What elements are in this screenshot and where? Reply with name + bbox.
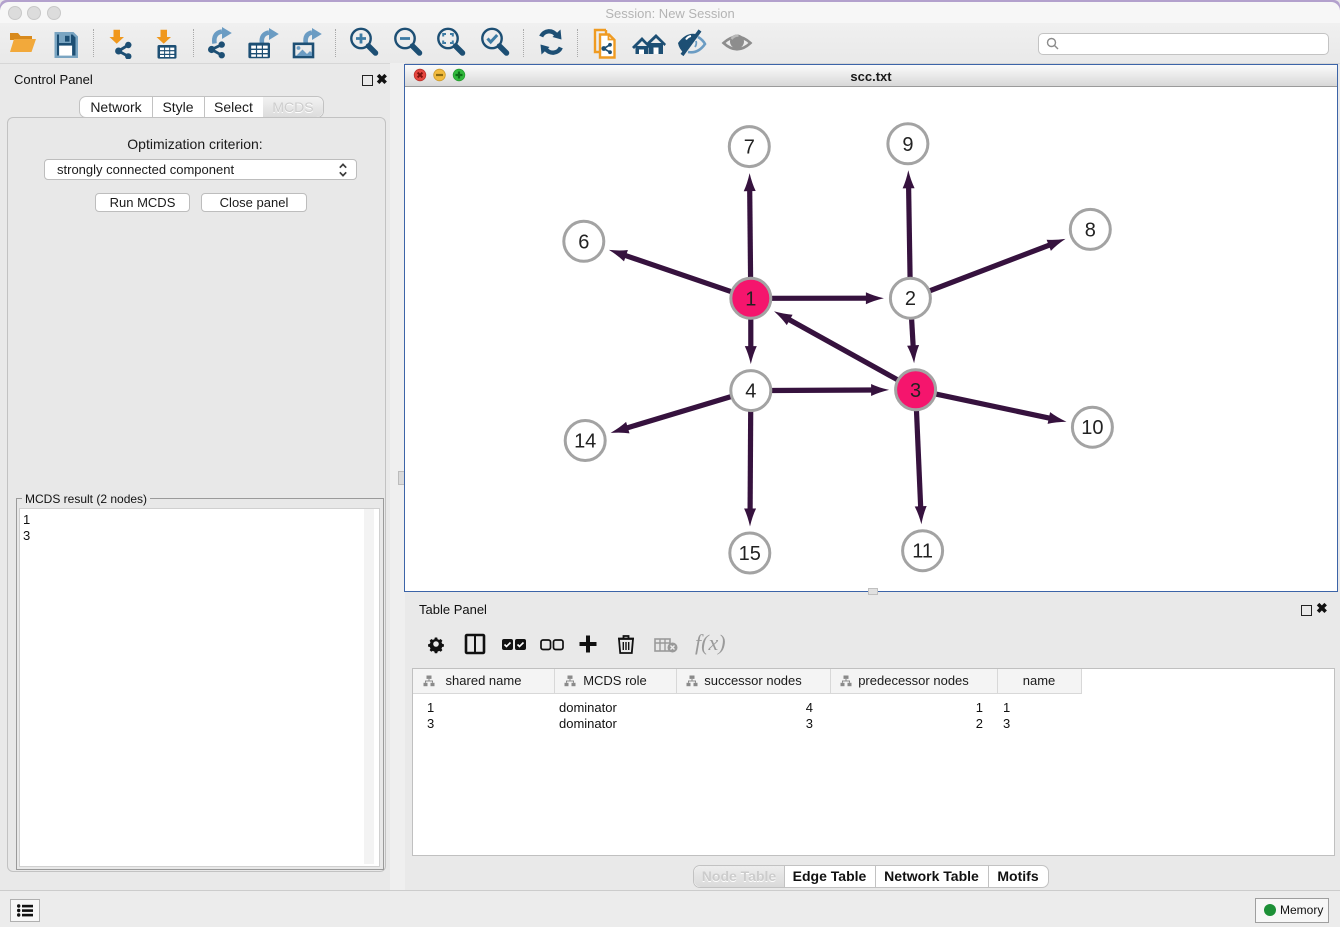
- svg-text:9: 9: [902, 134, 913, 156]
- svg-text:2: 2: [905, 288, 916, 310]
- svg-text:15: 15: [739, 543, 761, 565]
- svg-text:6: 6: [578, 231, 589, 253]
- svg-text:4: 4: [745, 381, 756, 403]
- svg-text:3: 3: [910, 380, 921, 402]
- svg-text:10: 10: [1081, 417, 1103, 439]
- svg-text:7: 7: [744, 137, 755, 159]
- svg-text:14: 14: [574, 431, 596, 453]
- svg-text:11: 11: [912, 541, 933, 563]
- svg-text:1: 1: [745, 288, 756, 310]
- svg-text:8: 8: [1085, 219, 1096, 241]
